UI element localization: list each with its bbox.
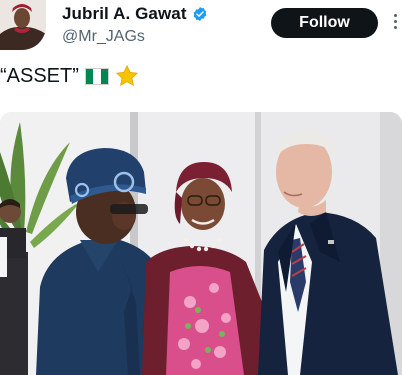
nigeria-flag-icon: [84, 67, 109, 85]
tweet-photo[interactable]: [0, 112, 402, 375]
photo-image: [0, 112, 402, 375]
author-handle[interactable]: @Mr_JAGs: [62, 28, 145, 46]
avatar-image: [0, 0, 46, 50]
tweet-text: “ASSET”: [0, 64, 139, 88]
star-icon: [115, 64, 139, 88]
follow-button[interactable]: Follow: [271, 8, 378, 38]
verified-badge-icon: [192, 6, 208, 22]
tweet-card: Jubril A. Gawat @Mr_JAGs Follow “ASSET”: [0, 0, 402, 375]
author-avatar[interactable]: [0, 0, 46, 50]
author-name-line: Jubril A. Gawat: [62, 4, 208, 24]
tweet-text-content: “ASSET”: [0, 64, 79, 87]
more-options-icon[interactable]: [392, 14, 398, 34]
author-display-name[interactable]: Jubril A. Gawat: [62, 4, 187, 24]
